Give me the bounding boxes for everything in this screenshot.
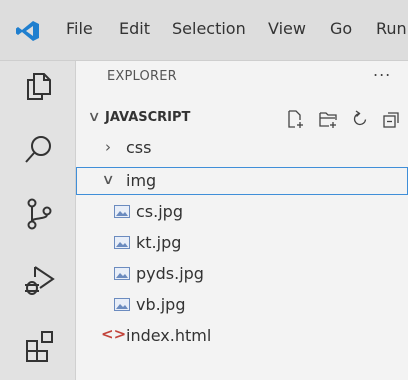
vscode-logo-icon[interactable]	[16, 20, 40, 42]
tree-folder-css[interactable]: › css	[76, 134, 408, 162]
source-control-icon[interactable]	[23, 197, 55, 231]
image-file-icon	[114, 205, 130, 218]
image-file-icon	[114, 267, 130, 280]
more-actions-button[interactable]: ...	[373, 61, 391, 80]
tree-folder-img[interactable]: ∨ img	[76, 167, 408, 195]
tree-label: vb.jpg	[136, 295, 186, 314]
activity-bar	[0, 61, 76, 380]
chevron-down-icon: ∨	[101, 172, 115, 188]
new-folder-icon[interactable]	[318, 109, 338, 129]
tree-file-pyds-jpg[interactable]: pyds.jpg	[76, 260, 408, 288]
tree-label: kt.jpg	[136, 233, 182, 252]
menu-bar: File Edit Selection View Go Run	[0, 0, 408, 61]
explorer-title: EXPLORER	[107, 69, 177, 84]
tree-label: css	[126, 138, 152, 157]
tree-file-cs-jpg[interactable]: cs.jpg	[76, 198, 408, 226]
tree-label: index.html	[126, 326, 212, 345]
search-icon[interactable]	[23, 133, 55, 167]
explorer-icon[interactable]	[23, 68, 55, 102]
extensions-icon[interactable]	[23, 329, 55, 363]
refresh-icon[interactable]	[350, 109, 370, 129]
menu-view[interactable]: View	[268, 19, 306, 38]
html-file-icon: <>	[101, 325, 127, 343]
run-debug-icon[interactable]	[23, 263, 55, 297]
menu-go[interactable]: Go	[330, 19, 352, 38]
collapse-all-icon[interactable]	[381, 109, 401, 129]
tree-label: pyds.jpg	[136, 264, 204, 283]
menu-edit[interactable]: Edit	[119, 19, 150, 38]
tree-file-vb-jpg[interactable]: vb.jpg	[76, 291, 408, 319]
tree-file-kt-jpg[interactable]: kt.jpg	[76, 229, 408, 257]
menu-run[interactable]: Run	[376, 19, 407, 38]
chevron-down-icon: ∨	[87, 109, 101, 125]
explorer-sidebar: EXPLORER ... ∨ JAVASCRIPT › css ∨ img cs…	[76, 61, 408, 380]
tree-file-index-html[interactable]: <> index.html	[76, 322, 408, 350]
new-file-icon[interactable]	[285, 109, 305, 129]
image-file-icon	[114, 298, 130, 311]
image-file-icon	[114, 236, 130, 249]
menu-file[interactable]: File	[66, 19, 93, 38]
menu-selection[interactable]: Selection	[172, 19, 246, 38]
workspace-section-header[interactable]: ∨ JAVASCRIPT	[76, 106, 408, 132]
workspace-title: JAVASCRIPT	[105, 110, 191, 125]
tree-label: cs.jpg	[136, 202, 183, 221]
chevron-right-icon: ›	[105, 138, 111, 156]
tree-label: img	[126, 171, 157, 190]
